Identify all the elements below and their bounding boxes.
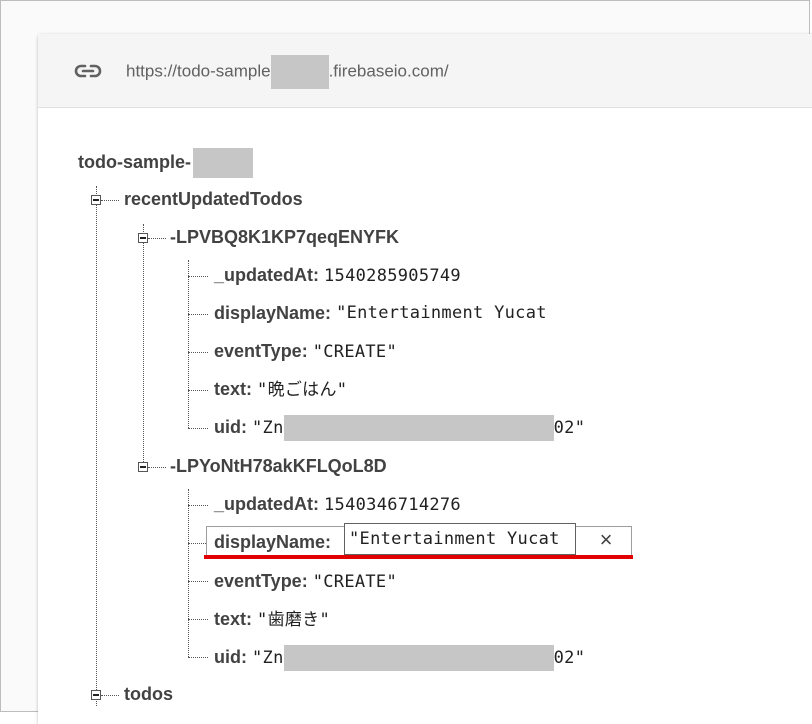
tree-node-todos[interactable]: todos	[124, 682, 173, 706]
tree-connector	[188, 428, 208, 429]
field-key: uid:	[214, 417, 247, 437]
field-value[interactable]: 02"	[554, 418, 586, 438]
node-label: todos	[124, 684, 173, 704]
tree-connector	[188, 581, 208, 582]
field-updatedAt[interactable]: _updatedAt: 1540285905749	[214, 263, 461, 288]
url-suffix: .firebaseio.com/	[328, 61, 449, 81]
field-value[interactable]: 1540285905749	[324, 266, 461, 286]
node-label: -LPYoNtH78akKFLQoL8D	[170, 456, 387, 476]
redacted-block	[270, 55, 329, 89]
redacted-block	[283, 645, 554, 672]
field-key: text:	[214, 379, 253, 399]
field-value[interactable]: "CREATE"	[313, 342, 397, 362]
field-value[interactable]: 1540346714276	[324, 495, 461, 515]
root-label: todo-sample-	[78, 152, 192, 172]
field-displayName[interactable]: displayName:	[214, 530, 331, 554]
tree-connector	[143, 224, 144, 466]
tree-connector	[188, 314, 208, 315]
collapse-toggle-icon[interactable]	[91, 195, 101, 205]
field-uid[interactable]: uid: "Zn 02"	[214, 645, 586, 672]
field-updatedAt[interactable]: _updatedAt: 1540346714276	[214, 492, 461, 517]
tree-connector	[188, 352, 208, 353]
tree-node-item[interactable]: -LPVBQ8K1KP7qeqENYFK	[170, 225, 399, 249]
field-eventType[interactable]: eventType: "CREATE"	[214, 339, 397, 364]
tree-connector	[148, 238, 166, 239]
tree-connector	[101, 695, 119, 696]
redacted-block	[193, 148, 254, 179]
tree-connector	[96, 186, 97, 706]
tree-connector	[188, 619, 208, 620]
database-url[interactable]: https://todo-sample .firebaseio.com/	[126, 55, 449, 89]
field-key: text:	[214, 609, 253, 629]
close-icon[interactable]: ×	[596, 529, 616, 551]
tree-connector	[101, 200, 119, 201]
input-value: "Entertainment Yucat	[349, 529, 560, 549]
redacted-block	[283, 415, 554, 442]
field-uid[interactable]: uid: "Zn 02"	[214, 415, 586, 442]
collapse-toggle-icon[interactable]	[138, 462, 148, 472]
database-url-bar: https://todo-sample .firebaseio.com/	[38, 34, 812, 108]
tree-connector	[188, 657, 208, 658]
field-text[interactable]: text: "歯磨き"	[214, 607, 330, 632]
link-icon[interactable]	[74, 62, 102, 80]
field-key: displayName:	[214, 303, 332, 323]
tree-connector	[188, 390, 208, 391]
tree-connector	[188, 543, 206, 544]
tree-connector	[188, 276, 208, 277]
field-value[interactable]: "Entertainment Yucat	[336, 301, 562, 325]
field-displayName[interactable]: displayName: "Entertainment Yucat	[214, 301, 562, 325]
tree-connector	[188, 505, 208, 506]
tree-connector	[188, 260, 189, 428]
field-text[interactable]: text: "晩ごはん"	[214, 377, 347, 402]
node-label: recentUpdatedTodos	[124, 189, 303, 209]
field-value[interactable]: "Zn	[252, 418, 284, 438]
tree-root[interactable]: todo-sample-	[78, 148, 254, 179]
url-prefix: https://todo-sample	[126, 61, 271, 81]
field-key: uid:	[214, 647, 247, 667]
field-value[interactable]: "Zn	[252, 648, 284, 668]
tree-node-recentUpdatedTodos[interactable]: recentUpdatedTodos	[124, 187, 303, 211]
value-input[interactable]: "Entertainment Yucat	[344, 523, 576, 555]
field-key: _updatedAt:	[214, 494, 319, 514]
tree-connector	[188, 489, 189, 657]
field-key: eventType:	[214, 341, 308, 361]
tree-node-item[interactable]: -LPYoNtH78akKFLQoL8D	[170, 454, 387, 478]
collapse-toggle-icon[interactable]	[138, 233, 148, 243]
field-value[interactable]: 02"	[554, 648, 586, 668]
field-value[interactable]: "CREATE"	[313, 572, 397, 592]
collapse-toggle-icon[interactable]	[91, 690, 101, 700]
node-label: -LPVBQ8K1KP7qeqENYFK	[170, 227, 400, 247]
field-key: _updatedAt:	[214, 265, 319, 285]
field-value[interactable]: "晩ごはん"	[257, 380, 347, 400]
highlight-underline	[204, 555, 633, 559]
database-panel	[38, 34, 812, 724]
field-key: displayName:	[214, 532, 332, 552]
field-eventType[interactable]: eventType: "CREATE"	[214, 569, 397, 594]
tree-connector	[148, 467, 166, 468]
field-key: eventType:	[214, 571, 308, 591]
field-value[interactable]: "歯磨き"	[257, 610, 330, 630]
